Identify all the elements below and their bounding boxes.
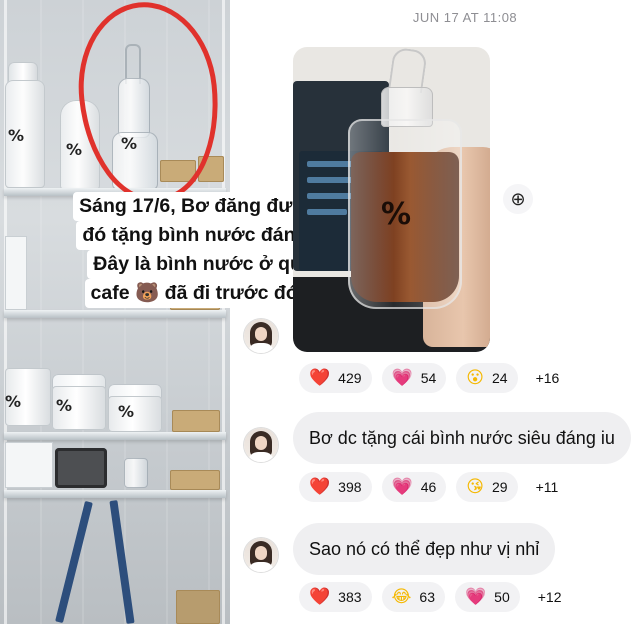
more-reactions[interactable]: +11 — [528, 472, 567, 502]
surprised-face-icon: 😮 — [466, 367, 485, 388]
avatar-face — [255, 546, 267, 560]
reaction-surprised[interactable]: 😮 24 — [456, 363, 518, 393]
product-box — [5, 442, 53, 488]
reaction-count: 383 — [338, 589, 362, 605]
reaction-bar: ❤️ 429 💗 54 😮 24 +16 — [299, 363, 567, 395]
reaction-heart[interactable]: ❤️ 429 — [299, 363, 372, 393]
reaction-pink-heart[interactable]: 💗 50 — [454, 582, 520, 612]
pink-heart-icon: 💗 — [464, 586, 487, 607]
shelf — [4, 490, 226, 498]
more-reactions[interactable]: +12 — [530, 582, 570, 612]
heart-icon: ❤️ — [309, 476, 331, 497]
brand-logo-percent: % — [381, 197, 412, 232]
reaction-count: 50 — [494, 589, 510, 605]
brand-logo-percent: % — [8, 126, 25, 145]
message-bubble[interactable]: Bơ dc tặng cái bình nước siêu đáng iu — [293, 412, 631, 464]
message-timestamp: JUN 17 AT 11:08 — [412, 10, 518, 25]
avatar-face — [255, 436, 267, 450]
reaction-count: 429 — [338, 370, 362, 386]
tears-of-joy-face-icon: 😂 — [391, 586, 412, 607]
message-bubble[interactable]: Sao nó có thể đẹp như vị nhỉ — [293, 523, 556, 575]
reaction-heart[interactable]: ❤️ 383 — [299, 582, 372, 612]
avatar[interactable] — [244, 428, 278, 462]
wooden-box — [176, 590, 220, 624]
wooden-block — [170, 470, 220, 490]
heart-icon: ❤️ — [309, 586, 331, 607]
reaction-heart[interactable]: ❤️ 398 — [299, 472, 372, 502]
brand-logo-percent: % — [66, 140, 83, 159]
reaction-count: 54 — [420, 370, 437, 386]
kissing-face-icon: 😘 — [466, 476, 485, 497]
heart-icon: ❤️ — [309, 367, 331, 388]
reaction-bar: ❤️ 398 💗 46 😘 29 +11 — [299, 472, 566, 504]
reaction-count: 398 — [338, 479, 362, 495]
reaction-count: 46 — [420, 479, 437, 495]
reaction-count: 29 — [492, 479, 508, 495]
speaker-device — [55, 448, 107, 488]
reaction-pink-heart[interactable]: 💗 46 — [381, 472, 447, 502]
avatar-shirt — [248, 452, 274, 462]
wooden-block — [172, 410, 220, 432]
avatar-shirt — [248, 343, 274, 353]
display-row — [307, 209, 347, 215]
more-reactions[interactable]: +16 — [528, 363, 568, 393]
brand-logo-percent: % — [5, 392, 22, 411]
reaction-count: 63 — [419, 589, 435, 605]
avatar[interactable] — [244, 538, 278, 572]
add-reaction-icon[interactable]: ⊕ — [503, 184, 533, 214]
photo-message[interactable]: % — [293, 47, 490, 352]
reaction-bar: ❤️ 383 😂 63 💗 50 +12 — [299, 582, 569, 614]
reaction-laughing[interactable]: 😂 63 — [381, 582, 445, 612]
shelf — [4, 310, 226, 318]
shelf — [4, 432, 226, 440]
white-jar — [108, 396, 162, 432]
reaction-kissing[interactable]: 😘 29 — [456, 472, 518, 502]
reaction-pink-heart[interactable]: 💗 54 — [381, 363, 447, 393]
pink-heart-icon: 💗 — [391, 476, 413, 497]
brand-logo-percent: % — [118, 402, 135, 421]
reaction-count: 24 — [492, 370, 508, 386]
avatar-face — [255, 327, 267, 341]
avatar-shirt — [248, 562, 274, 572]
pink-heart-icon: 💗 — [391, 367, 413, 388]
avatar[interactable] — [244, 319, 278, 353]
product-box — [5, 236, 27, 310]
brand-logo-percent: % — [56, 396, 73, 415]
glass-cup — [124, 458, 148, 488]
